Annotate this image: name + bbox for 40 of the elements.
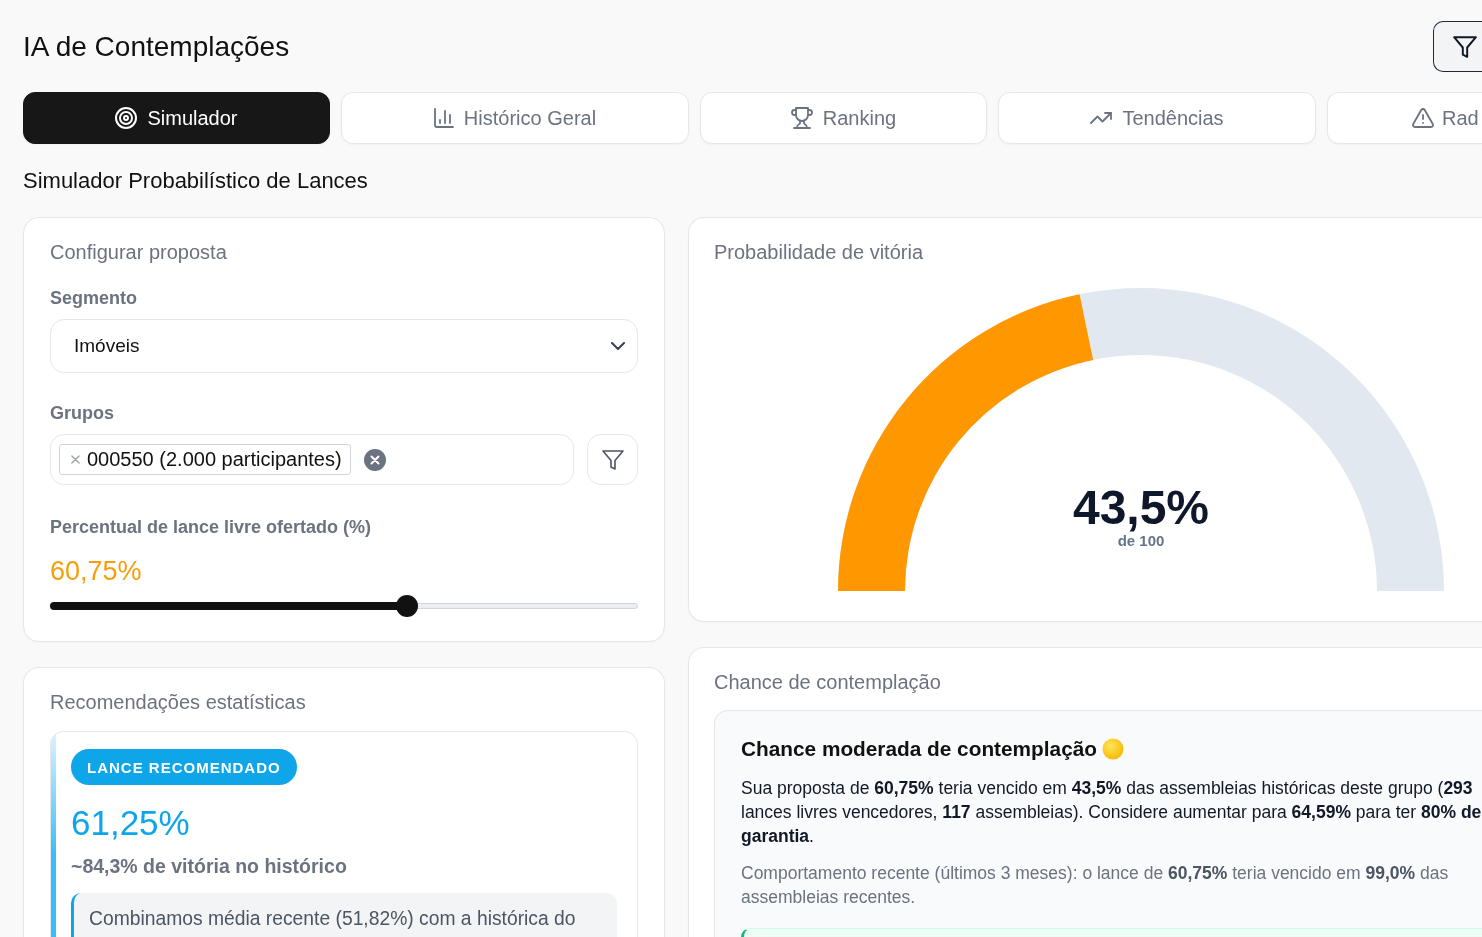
card-title: Configurar proposta [50, 240, 228, 264]
chip-label: 000550 (2.000 participantes) [87, 448, 342, 471]
note-box: Combinamos média recente (51,82%) com a histórica do [71, 893, 617, 937]
tab[interactable]: Histórico Geral [341, 92, 689, 144]
card-title: Recomendações estatísticas [50, 690, 307, 714]
filter-icon [1453, 35, 1477, 58]
recommended-badge: LANCE RECOMENDADO [71, 749, 297, 785]
win-rate-text: ~84,3% de vitória no histórico [71, 854, 347, 879]
chance-heading: Chance moderada de contemplação [741, 736, 1097, 762]
summary-text: Sua proposta de 60,75% teria vencido em 43,5% das assembleias históricas deste grupo (293 lances livres vencedores, 117 assembleias). Considere aumentar para 64,59% para ter 80% de garantia. [741, 777, 1482, 848]
tab[interactable]: Ranking [700, 92, 987, 144]
slider-track[interactable] [50, 595, 638, 617]
card-title: Probabilidade de vitória [714, 240, 925, 264]
groups-field[interactable]: 000550 (2.000 participantes) [50, 434, 574, 485]
filter-icon [601, 449, 624, 470]
trophy-icon [790, 107, 813, 129]
warning-icon [1412, 108, 1434, 128]
gauge-caption: de 100 [1117, 532, 1165, 549]
filter-button[interactable] [1433, 21, 1482, 72]
clear-icon[interactable] [363, 448, 386, 471]
chevron-down-icon [611, 342, 625, 350]
gauge-value: 43,5% [1072, 481, 1210, 534]
trending-up-icon [1090, 112, 1113, 124]
tab[interactable]: Simulador [23, 92, 330, 144]
recent-text: Comportamento recente (últimos 3 meses): o lance de 60,75% teria vencido em 99,0% das assembleias recentes. [741, 862, 1450, 909]
field-label: Grupos [50, 402, 115, 424]
page-title: IA de Contemplações [23, 29, 290, 64]
tab[interactable]: Tendências [998, 92, 1316, 144]
recommended-value: 61,25% [71, 802, 190, 844]
card-title: Chance de contemplação [714, 670, 942, 694]
status-circle-icon [1101, 738, 1124, 760]
segment-select[interactable]: Imóveis [50, 319, 638, 373]
section-title: Simulador Probabilístico de Lances [23, 168, 369, 194]
bid-value: 60,75% [50, 555, 143, 587]
tab[interactable]: Rad [1327, 92, 1482, 144]
field-label: Segmento [50, 287, 138, 309]
bar-chart-icon [433, 108, 454, 128]
target-icon [115, 107, 138, 129]
slider-thumb[interactable] [396, 595, 419, 617]
field-label: Percentual de lance livre ofertado (%) [50, 516, 373, 538]
